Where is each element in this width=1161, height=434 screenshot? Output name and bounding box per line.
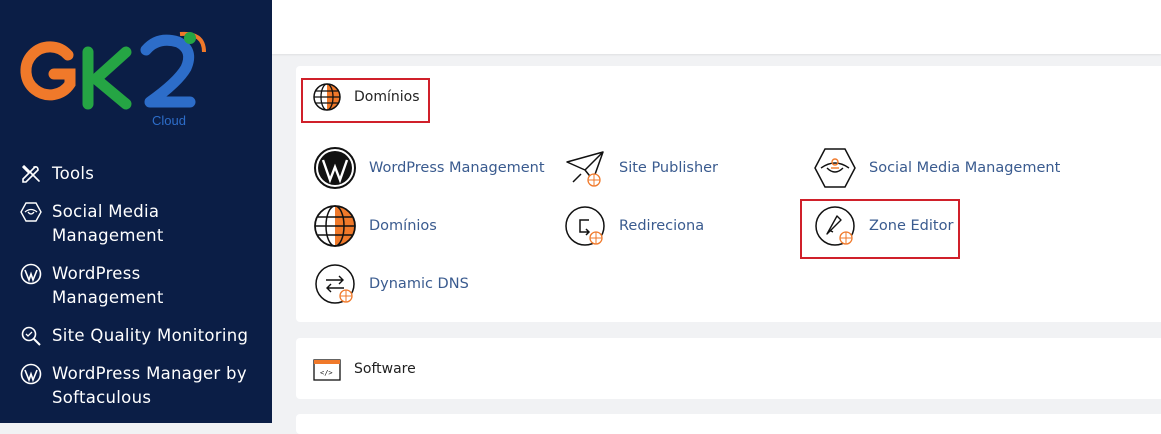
sidebar-item-wordpress-management[interactable]: WordPress Management (0, 262, 272, 310)
wordpress-icon (20, 363, 42, 385)
search-icon (21, 326, 41, 346)
dynamic-dns-icon (315, 264, 355, 304)
app-dynamic-dns[interactable]: Dynamic DNS (313, 262, 469, 306)
gk2-cloud-logo[interactable]: Cloud (18, 22, 218, 132)
sidebar-item-label: Tools (52, 164, 95, 183)
sidebar-item-label: WordPress Manager by Softaculous (52, 364, 247, 407)
highlight-box (301, 78, 430, 123)
wordpress-icon (314, 147, 356, 189)
app-label: Social Media Management (869, 160, 1061, 176)
app-label: Redireciona (619, 218, 705, 234)
app-label: WordPress Management (369, 160, 545, 176)
sidebar-item-label: WordPress Management (52, 264, 164, 307)
app-site-publisher[interactable]: Site Publisher (563, 146, 718, 190)
sidebar-item-social-media-management[interactable]: Social Media Management (0, 200, 272, 248)
sidebar: Cloud Tools Social Media Management Word… (0, 0, 272, 423)
social-media-icon (20, 202, 42, 222)
sidebar-nav: Tools Social Media Management WordPress … (0, 162, 272, 424)
app-label: Domínios (369, 218, 437, 234)
app-dominios[interactable]: Domínios (313, 204, 437, 248)
social-media-icon (814, 148, 856, 188)
globe-icon (314, 205, 356, 247)
code-window-icon: </> (313, 359, 341, 381)
app-label: Site Publisher (619, 160, 719, 176)
software-panel-header[interactable]: </> Software (312, 354, 416, 384)
sidebar-item-tools[interactable]: Tools (0, 162, 272, 186)
app-redireciona[interactable]: Redireciona (563, 204, 704, 248)
highlight-box (800, 199, 960, 259)
domains-panel: Domínios WordPress Management Site Publi… (296, 66, 1161, 322)
app-social-media-management[interactable]: Social Media Management (813, 146, 1060, 190)
sidebar-item-label: Site Quality Monitoring (52, 326, 249, 345)
sidebar-item-label: Social Media Management (52, 202, 164, 245)
wordpress-icon (20, 263, 42, 285)
app-wordpress-management[interactable]: WordPress Management (313, 146, 545, 190)
tools-icon (22, 165, 40, 183)
logo-sub-text: Cloud (152, 113, 186, 128)
sidebar-item-wordpress-manager-softaculous[interactable]: WordPress Manager by Softaculous (0, 362, 272, 410)
software-panel-title: Software (354, 361, 416, 377)
sidebar-item-site-quality-monitoring[interactable]: Site Quality Monitoring (0, 324, 272, 348)
app-label: Dynamic DNS (369, 276, 469, 292)
next-panel (296, 414, 1161, 434)
software-panel: </> Software (296, 338, 1161, 399)
paper-plane-icon (566, 151, 604, 187)
svg-text:</>: </> (320, 369, 333, 377)
top-bar (272, 0, 1161, 54)
redirect-icon (565, 206, 605, 246)
